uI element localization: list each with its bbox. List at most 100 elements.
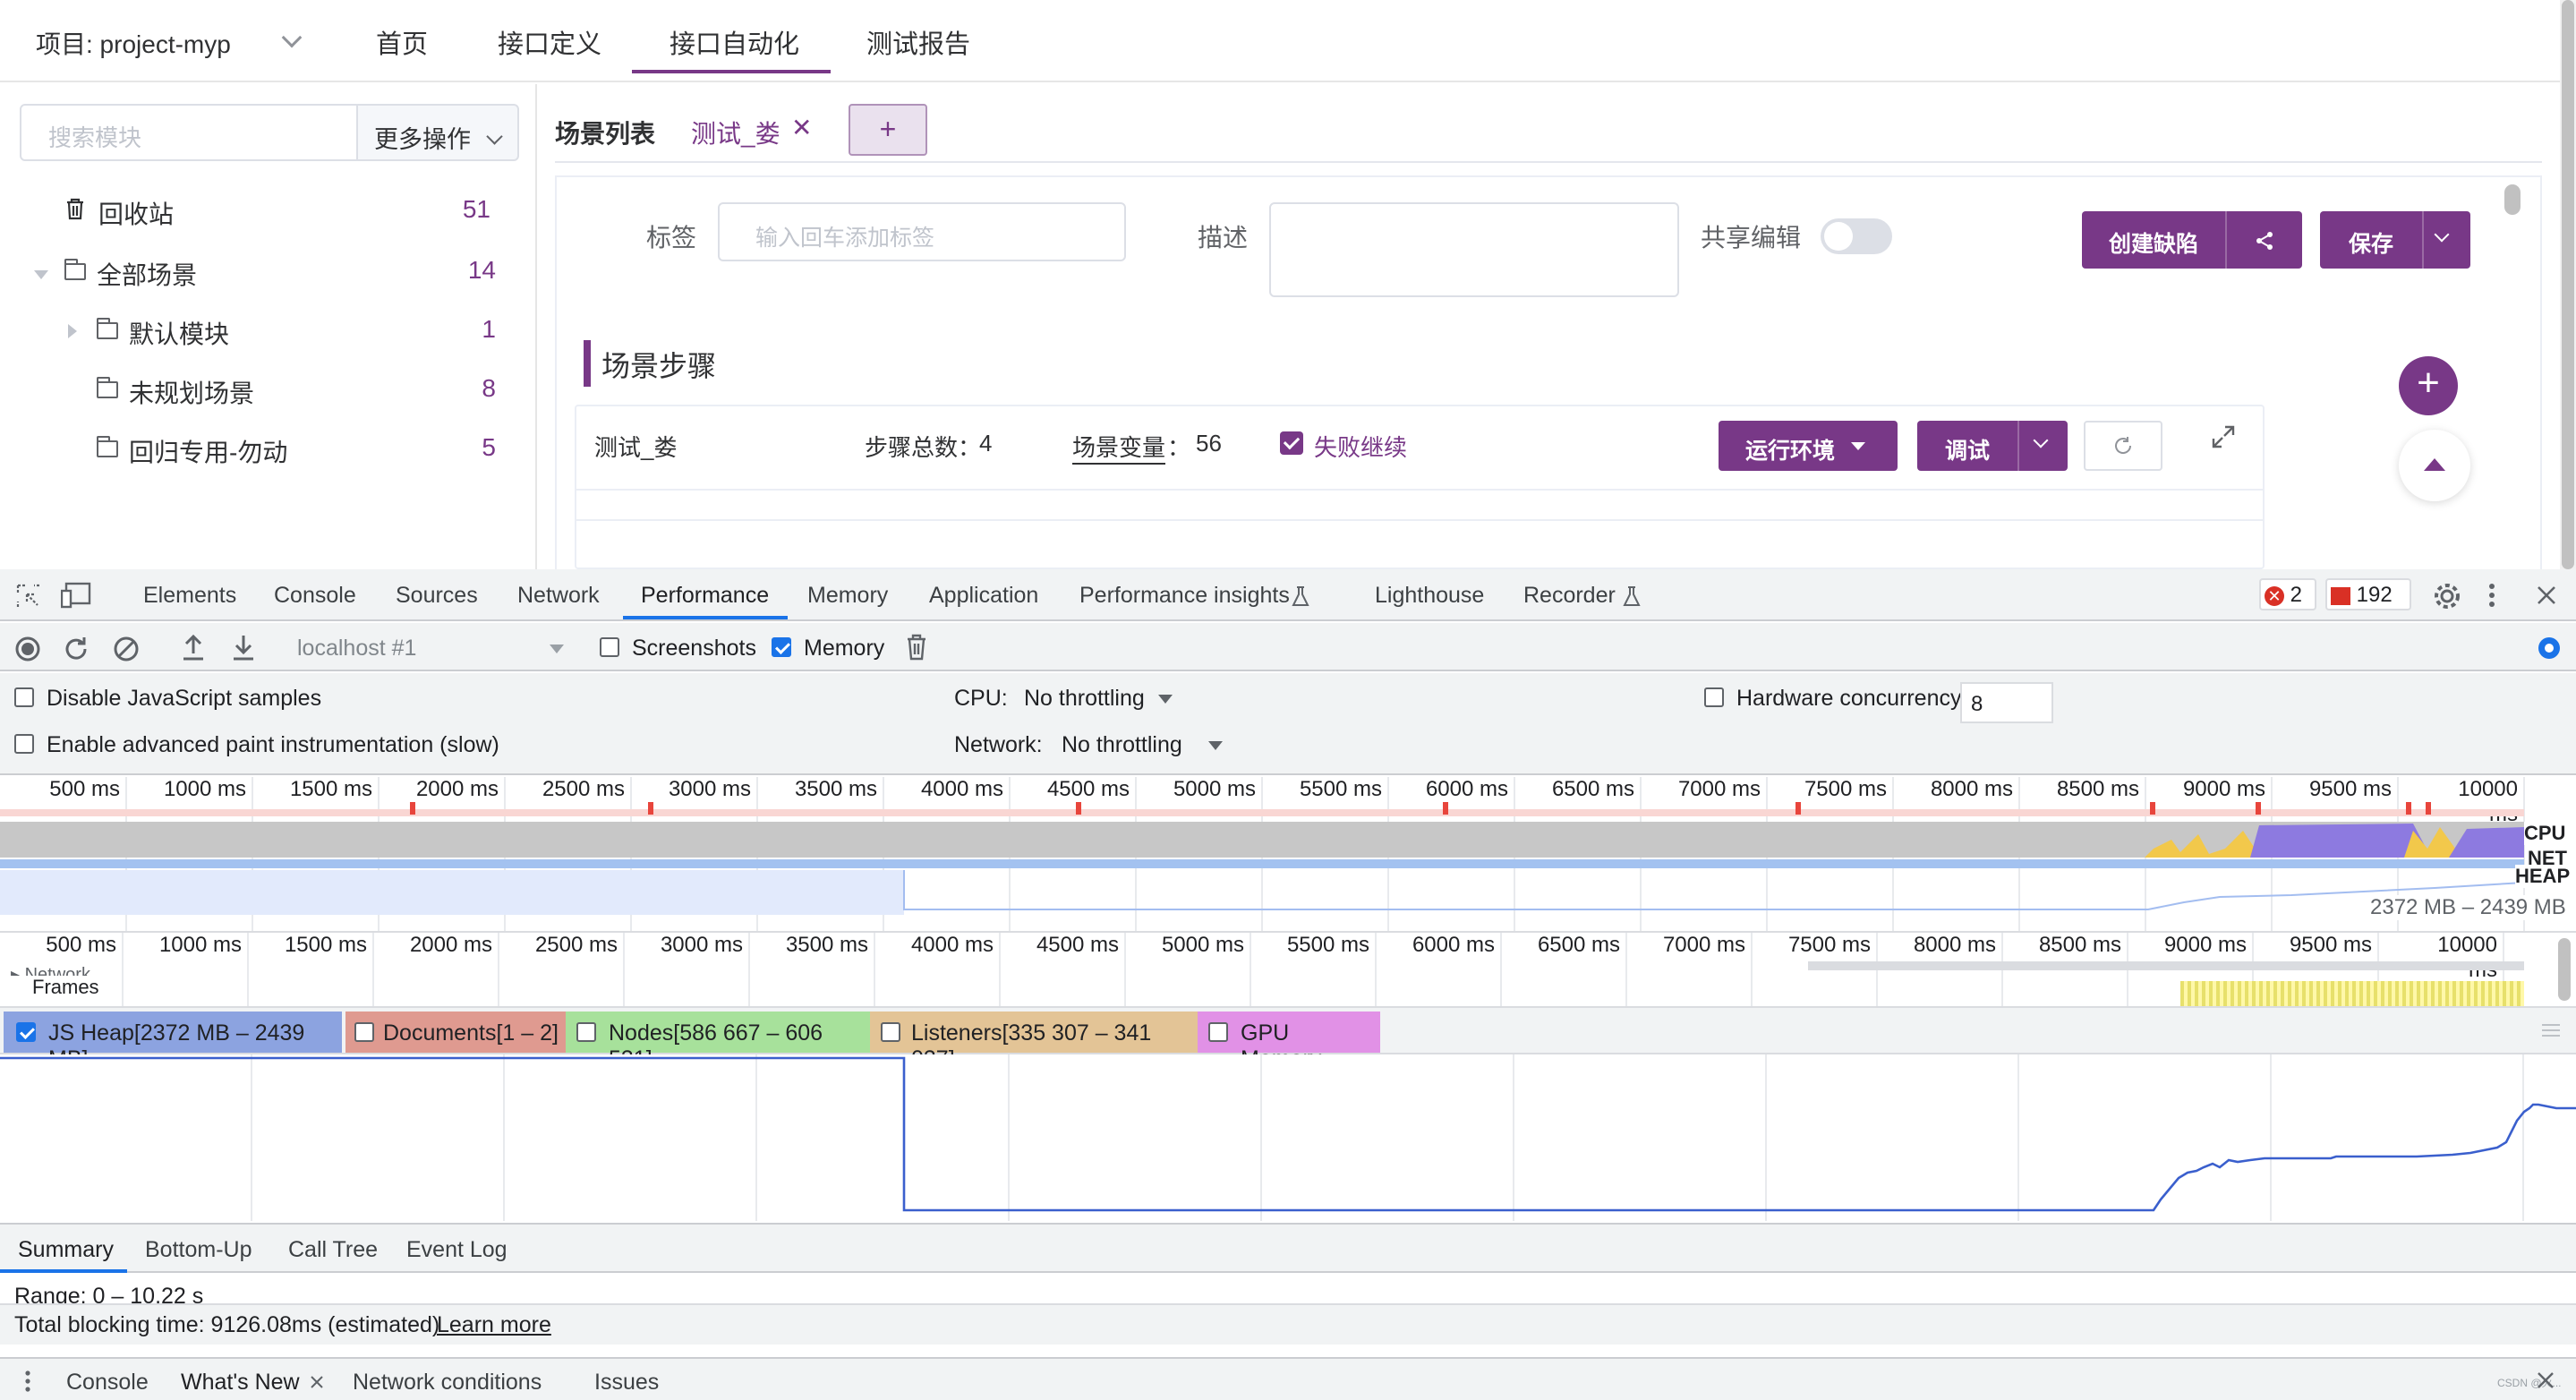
tab-performance[interactable]: Performance <box>641 583 769 609</box>
nodes-checkbox[interactable] <box>576 1022 596 1042</box>
device-toolbar-icon[interactable] <box>61 582 93 609</box>
memory-graph[interactable] <box>0 1054 2576 1225</box>
upload-icon[interactable] <box>181 634 206 662</box>
caret-down-icon[interactable] <box>34 270 48 279</box>
network-track-label[interactable]: ▸ Network <box>11 963 90 976</box>
scenario-variables-link[interactable]: 场景变量 <box>1072 430 1166 465</box>
add-tab-button[interactable]: + <box>849 104 927 156</box>
tab-scenario-list[interactable]: 场景列表 <box>555 115 655 150</box>
legend-gpu-memory[interactable]: GPU Memory <box>1198 1012 1380 1071</box>
caret-down-icon[interactable] <box>550 645 564 653</box>
disable-js-samples-checkbox[interactable] <box>14 687 34 707</box>
caret-right-icon[interactable] <box>68 324 77 338</box>
drawer-tab-issues[interactable]: Issues <box>594 1370 659 1396</box>
refresh-button[interactable] <box>2084 421 2162 471</box>
tab-scenario-active[interactable]: 测试_娄 <box>691 115 780 150</box>
tab-event-log[interactable]: Event Log <box>406 1237 508 1263</box>
timeline-overview[interactable]: 500 ms 1000 ms 1500 ms 2000 ms 2500 ms 3000 m… <box>0 777 2576 931</box>
inspect-element-icon[interactable] <box>16 584 41 609</box>
scrollbar[interactable] <box>2504 184 2521 215</box>
tab-summary[interactable]: Summary <box>18 1237 114 1263</box>
kebab-menu-icon[interactable] <box>2486 582 2497 609</box>
tab-performance-insights[interactable]: Performance insights <box>1079 583 1290 609</box>
hardware-concurrency-input[interactable]: 8 <box>1960 682 2053 723</box>
reload-record-icon[interactable] <box>63 636 90 662</box>
legend-listeners[interactable]: Listeners[335 307 – 341 037] <box>870 1012 1198 1071</box>
chevron-down-icon[interactable] <box>2033 432 2049 448</box>
cpu-throttling-select[interactable]: No throttling <box>1024 686 1145 712</box>
screenshots-checkbox[interactable] <box>600 637 619 657</box>
ruler-tick-label: 1500 ms <box>289 777 372 801</box>
documents-checkbox[interactable] <box>354 1022 374 1042</box>
caret-down-icon[interactable] <box>1208 741 1223 750</box>
tab-sources[interactable]: Sources <box>396 583 478 609</box>
create-bug-button[interactable]: 创建缺陷 <box>2082 226 2225 259</box>
issue-count-badge[interactable]: 192 <box>2325 578 2411 610</box>
tab-elements[interactable]: Elements <box>143 583 236 609</box>
project-selector[interactable]: 项目: project-myp <box>36 25 231 61</box>
tab-memory[interactable]: Memory <box>807 583 888 609</box>
memory-checkbox[interactable] <box>772 637 791 657</box>
advanced-paint-checkbox[interactable] <box>14 734 34 754</box>
legend-nodes[interactable]: Nodes[586 667 – 606 531] <box>566 1012 870 1071</box>
scrollbar[interactable] <box>2558 938 2571 1001</box>
hardware-concurrency-checkbox[interactable] <box>1704 687 1724 707</box>
folder-icon <box>97 377 118 398</box>
scrollbar[interactable] <box>2562 0 2574 569</box>
tab-console[interactable]: Console <box>274 583 356 609</box>
caret-down-icon[interactable] <box>1158 695 1173 704</box>
network-throttling-label: Network: <box>954 732 1043 757</box>
chevron-down-icon[interactable] <box>281 27 303 48</box>
fullscreen-icon[interactable] <box>2211 424 2236 449</box>
close-icon[interactable] <box>310 1375 324 1389</box>
legend-js-heap[interactable]: JS Heap[2372 MB – 2439 MB] <box>4 1012 342 1071</box>
legend-documents[interactable]: Documents[1 – 2] <box>345 1012 566 1053</box>
frames-track-label[interactable]: Frames <box>32 976 99 999</box>
tab-lighthouse[interactable]: Lighthouse <box>1375 583 1484 609</box>
listeners-checkbox[interactable] <box>881 1022 900 1042</box>
download-icon[interactable] <box>231 634 256 662</box>
search-module-input[interactable]: 搜索模块 <box>20 104 358 161</box>
tab-network[interactable]: Network <box>517 583 600 609</box>
js-heap-checkbox[interactable] <box>16 1022 36 1042</box>
nav-api-automation[interactable]: 接口自动化 <box>670 23 799 61</box>
drawer-tab-network-conditions[interactable]: Network conditions <box>353 1370 542 1396</box>
run-environment-button[interactable]: 运行环境 <box>1719 421 1898 471</box>
share-icon[interactable] <box>2256 231 2275 251</box>
nav-test-report[interactable]: 测试报告 <box>866 23 970 61</box>
more-operations-dropdown[interactable]: 更多操作 <box>356 104 519 161</box>
tab-recorder[interactable]: Recorder <box>1523 583 1616 609</box>
memory-label: Memory <box>804 636 885 661</box>
debug-button[interactable]: 调试 <box>1917 433 2017 465</box>
tag-input[interactable]: 输入回车添加标签 <box>718 202 1126 261</box>
nav-api-definition[interactable]: 接口定义 <box>498 23 601 61</box>
tab-bottom-up[interactable]: Bottom-Up <box>145 1237 252 1263</box>
drawer-tab-whats-new[interactable]: What's New <box>181 1370 300 1396</box>
nav-home[interactable]: 首页 <box>376 23 428 61</box>
gear-icon[interactable] <box>2433 582 2461 610</box>
add-step-fab[interactable]: + <box>2399 356 2458 415</box>
chevron-down-icon[interactable] <box>2434 226 2450 243</box>
kebab-menu-icon[interactable] <box>23 1370 32 1393</box>
tab-application[interactable]: Application <box>929 583 1038 609</box>
error-count-badge[interactable]: ✕ 2 <box>2259 578 2316 610</box>
drag-handle-icon[interactable] <box>2542 1022 2560 1038</box>
fail-continue-checkbox[interactable] <box>1280 431 1303 455</box>
network-throttling-select[interactable]: No throttling <box>1062 732 1182 758</box>
scroll-top-button[interactable] <box>2399 430 2470 501</box>
record-icon[interactable] <box>14 636 41 662</box>
learn-more-link[interactable]: Learn more <box>437 1312 551 1338</box>
tab-call-tree[interactable]: Call Tree <box>288 1237 378 1263</box>
description-textarea[interactable] <box>1269 202 1679 297</box>
share-edit-toggle[interactable] <box>1821 218 1892 254</box>
drawer-tab-console[interactable]: Console <box>66 1370 149 1396</box>
target-selector[interactable]: localhost #1 <box>297 636 416 662</box>
gpu-memory-checkbox[interactable] <box>1208 1022 1228 1042</box>
gear-icon[interactable] <box>2535 634 2563 662</box>
close-icon[interactable] <box>2537 585 2556 605</box>
close-icon[interactable]: ✕ <box>791 113 812 142</box>
trash-icon[interactable] <box>906 634 927 661</box>
save-button[interactable]: 保存 <box>2320 226 2422 259</box>
close-icon[interactable] <box>2537 1371 2555 1389</box>
clear-icon[interactable] <box>113 636 140 662</box>
